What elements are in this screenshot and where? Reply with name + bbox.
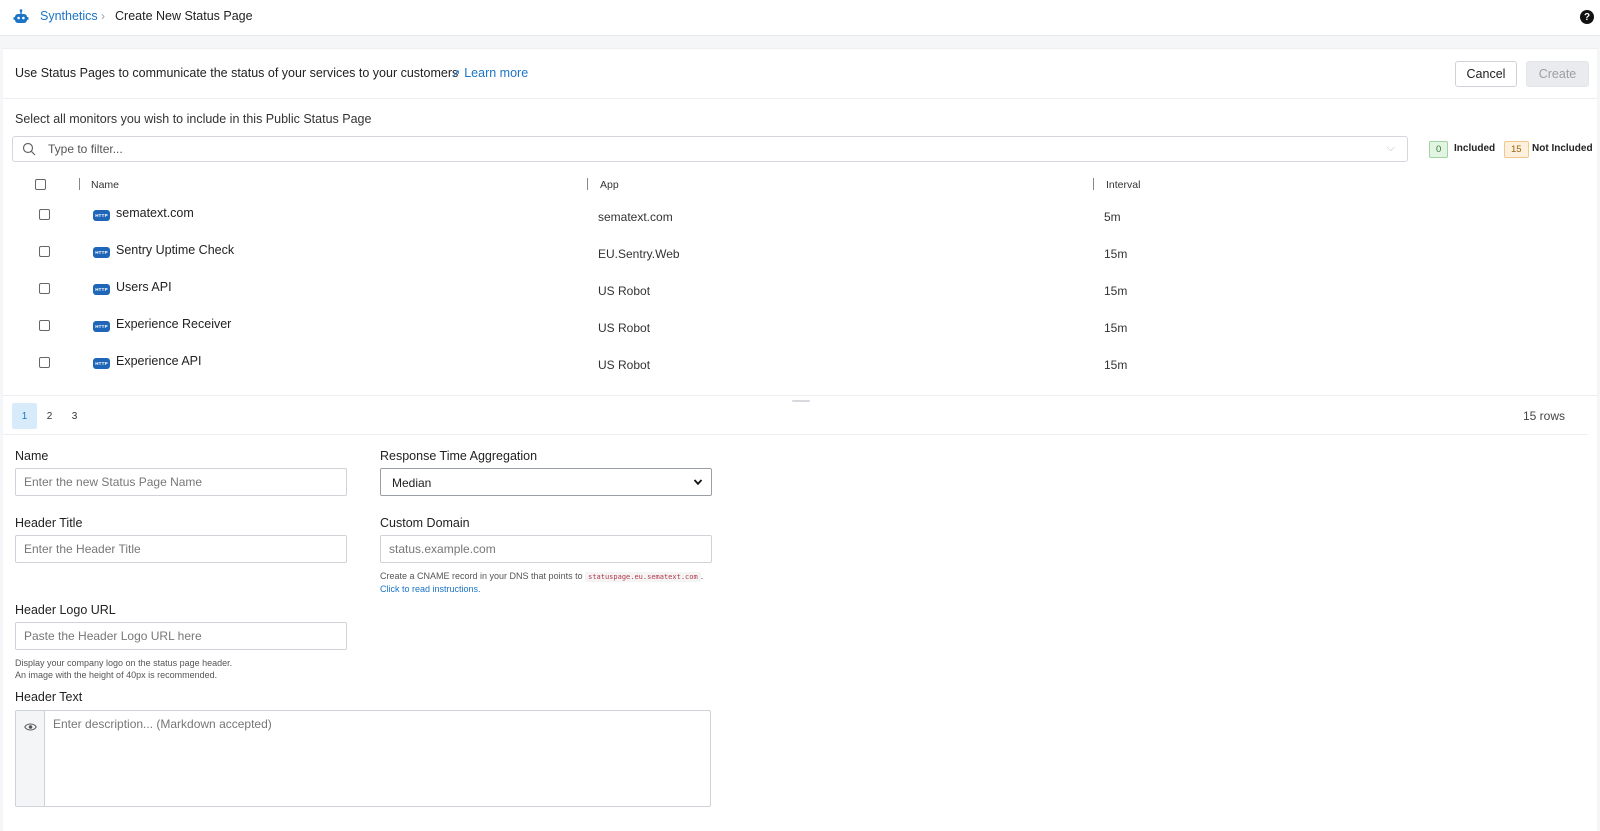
included-label: Included: [1454, 143, 1496, 154]
header-title-input[interactable]: [15, 535, 347, 563]
http-monitor-icon: HTTP: [93, 284, 110, 295]
breadcrumb-separator: ›: [101, 9, 105, 23]
status-page-form-card: Use Status Pages to communicate the stat…: [3, 48, 1597, 831]
top-bar: Synthetics › Create New Status Page ?: [0, 0, 1600, 36]
monitor-name: Experience API: [116, 354, 202, 368]
column-header-app[interactable]: App: [600, 179, 619, 191]
table-row[interactable]: HTTP Experience Receiver US Robot 15m: [3, 308, 1597, 345]
chevron-down-icon: [693, 479, 703, 486]
table-row[interactable]: HTTP Users API US Robot 15m: [3, 271, 1597, 308]
http-monitor-icon: HTTP: [93, 247, 110, 258]
select-all-checkbox[interactable]: [35, 179, 46, 190]
column-header-interval[interactable]: Interval: [1106, 179, 1140, 191]
search-icon: [22, 142, 36, 156]
row-checkbox[interactable]: [39, 209, 50, 220]
header-title-label: Header Title: [15, 516, 83, 530]
row-checkbox[interactable]: [39, 283, 50, 294]
monitor-app: US Robot: [598, 358, 651, 372]
header-text-input[interactable]: [51, 715, 701, 801]
monitor-name: Sentry Uptime Check: [116, 243, 235, 257]
learn-more-link[interactable]: ↗ Learn more: [451, 66, 528, 80]
included-count-badge: 0: [1429, 141, 1449, 158]
learn-more-label: Learn more: [464, 66, 529, 80]
header-text-label: Header Text: [15, 690, 83, 704]
editor-sidebar: [16, 711, 45, 806]
filter-input[interactable]: [46, 140, 1346, 158]
monitor-app: US Robot: [598, 284, 651, 298]
external-link-icon: ↗: [451, 68, 461, 80]
table-row[interactable]: HTTP Experience API US Robot 15m: [3, 345, 1597, 382]
create-button[interactable]: Create: [1526, 61, 1589, 87]
table-row[interactable]: HTTP sematext.com sematext.com 5m: [3, 197, 1597, 234]
divider: [3, 434, 1588, 435]
aggregation-value: Median: [392, 476, 432, 490]
name-input[interactable]: [15, 468, 347, 496]
column-resizer[interactable]: [587, 178, 588, 190]
http-monitor-icon: HTTP: [93, 358, 110, 369]
monitor-interval: 15m: [1104, 284, 1128, 298]
custom-domain-hint-period: .: [700, 571, 704, 581]
table-footer-divider: [3, 395, 1597, 396]
column-resizer[interactable]: [1093, 178, 1094, 190]
column-resizer[interactable]: [79, 178, 80, 190]
header-logo-label: Header Logo URL: [15, 603, 116, 617]
monitor-app: EU.Sentry.Web: [598, 247, 680, 261]
monitor-name: Users API: [116, 280, 172, 294]
cancel-button[interactable]: Cancel: [1455, 61, 1517, 87]
resize-handle[interactable]: [792, 400, 810, 402]
page-title: Create New Status Page: [115, 9, 253, 23]
help-icon[interactable]: ?: [1580, 10, 1594, 24]
rows-count: 15 rows: [1522, 409, 1565, 423]
breadcrumb-synthetics[interactable]: Synthetics: [40, 9, 98, 23]
monitor-app: sematext.com: [598, 210, 673, 224]
monitor-interval: 15m: [1104, 321, 1128, 335]
header-logo-hint-1: Display your company logo on the status …: [15, 658, 233, 668]
row-checkbox[interactable]: [39, 357, 50, 368]
header-logo-hint-2: An image with the height of 40px is reco…: [15, 670, 218, 680]
page-1-button[interactable]: 1: [12, 403, 37, 429]
header-logo-input[interactable]: [15, 622, 347, 650]
aggregation-select[interactable]: Median: [380, 468, 712, 496]
read-instructions-link[interactable]: Click to read instructions.: [380, 584, 481, 594]
monitor-interval: 15m: [1104, 358, 1128, 372]
table-row[interactable]: HTTP Sentry Uptime Check EU.Sentry.Web 1…: [3, 234, 1597, 271]
custom-domain-input[interactable]: [380, 535, 712, 563]
monitor-name: Experience Receiver: [116, 317, 232, 331]
column-header-name[interactable]: Name: [91, 179, 119, 191]
http-monitor-icon: HTTP: [93, 321, 110, 332]
filter-field[interactable]: ⌵: [12, 136, 1408, 162]
header-text-editor: [15, 710, 711, 807]
monitor-app: US Robot: [598, 321, 651, 335]
custom-domain-hint-text: Create a CNAME record in your DNS that p…: [380, 571, 583, 581]
cname-target: statuspage.eu.sematext.com: [585, 572, 701, 582]
not-included-label: Not Included: [1532, 143, 1593, 154]
row-checkbox[interactable]: [39, 246, 50, 257]
name-label: Name: [15, 449, 49, 463]
monitor-interval: 15m: [1104, 247, 1128, 261]
page-2-button[interactable]: 2: [37, 403, 62, 429]
monitor-name: sematext.com: [116, 206, 194, 220]
page-3-button[interactable]: 3: [62, 403, 87, 429]
monitor-select-hint: Select all monitors you wish to include …: [15, 112, 372, 126]
row-checkbox[interactable]: [39, 320, 50, 331]
intro-text: Use Status Pages to communicate the stat…: [15, 66, 459, 80]
monitor-interval: 5m: [1104, 210, 1121, 224]
chevron-down-icon[interactable]: ⌵: [1387, 142, 1395, 155]
eye-icon[interactable]: [24, 722, 37, 732]
robot-icon[interactable]: [13, 9, 29, 25]
custom-domain-hint: Create a CNAME record in your DNS that p…: [380, 570, 703, 583]
http-monitor-icon: HTTP: [93, 210, 110, 221]
divider: [3, 98, 1597, 99]
aggregation-label: Response Time Aggregation: [380, 449, 538, 463]
custom-domain-label: Custom Domain: [380, 516, 470, 530]
not-included-count-badge: 15: [1504, 141, 1529, 158]
